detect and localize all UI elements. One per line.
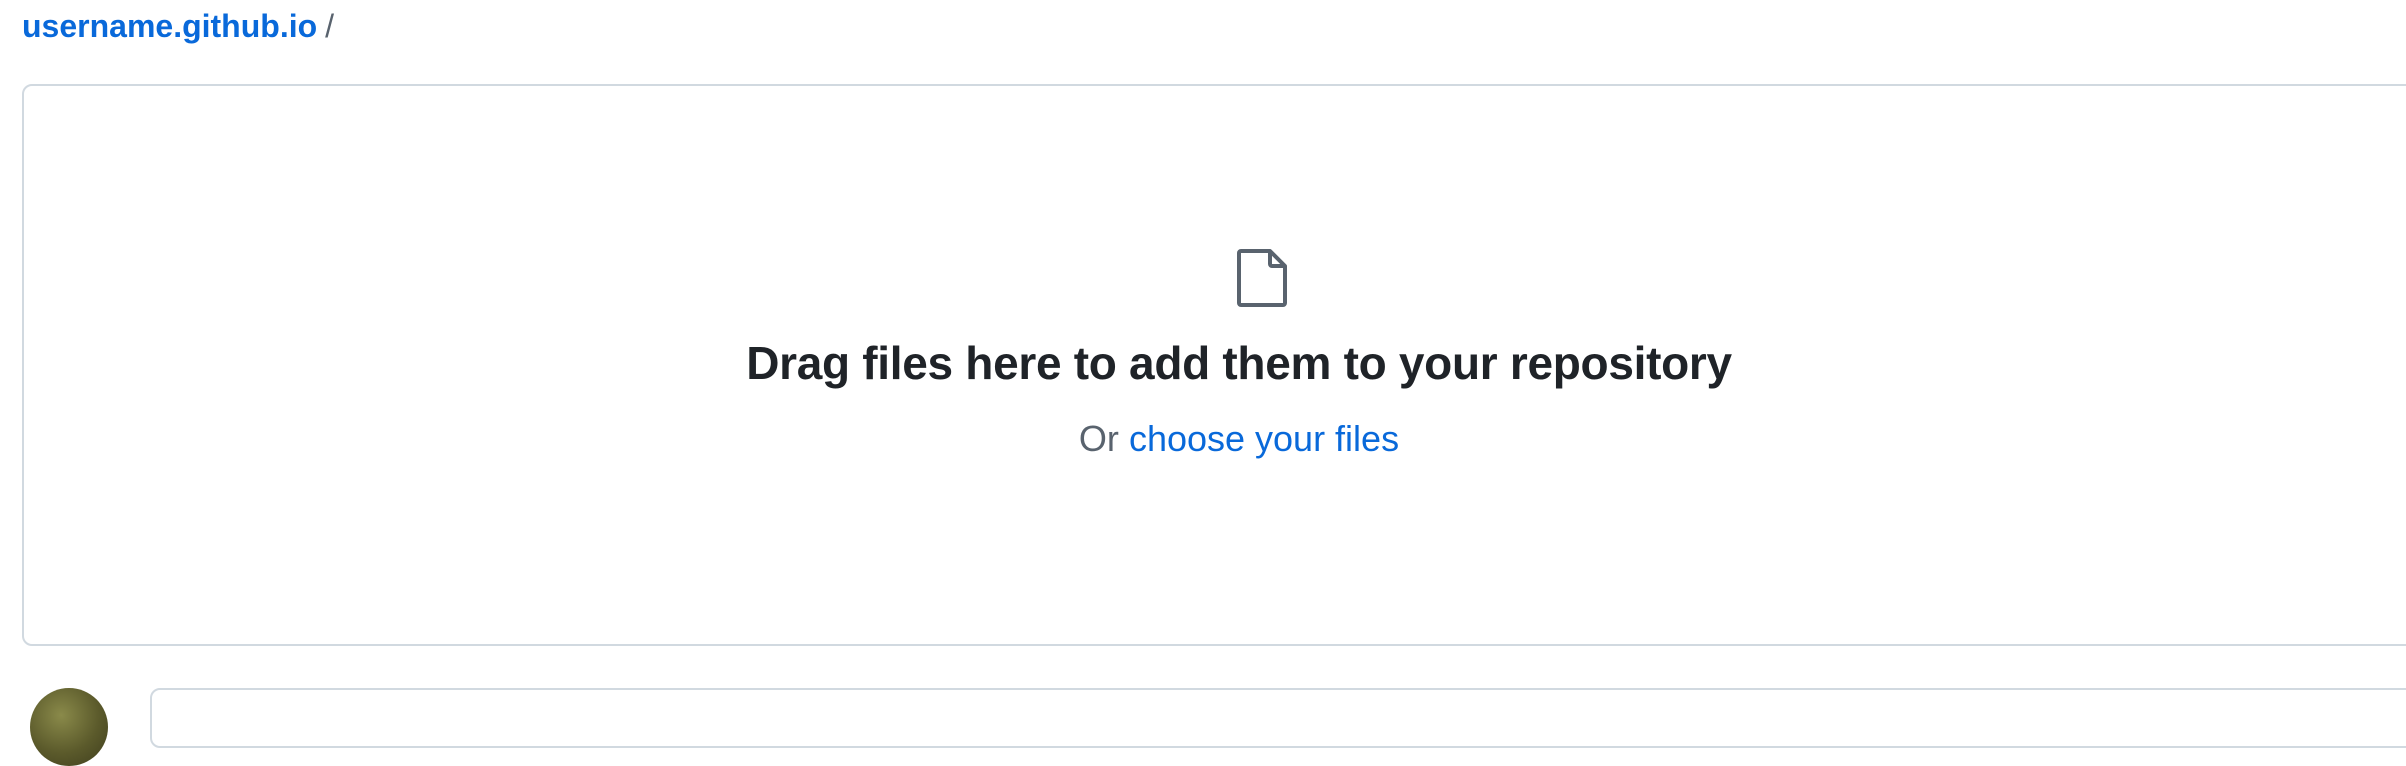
avatar bbox=[30, 688, 108, 766]
repo-link[interactable]: username.github.io bbox=[22, 8, 317, 45]
dropzone-title: Drag files here to add them to your repo… bbox=[746, 337, 1732, 389]
file-dropzone[interactable]: Drag files here to add them to your repo… bbox=[22, 84, 2406, 646]
breadcrumb-separator: / bbox=[325, 7, 335, 44]
breadcrumb: username.github.io / bbox=[22, 6, 334, 46]
choose-files-link[interactable]: choose your files bbox=[1129, 418, 1399, 459]
dropzone-or-text: Or bbox=[1078, 418, 1119, 459]
file-icon bbox=[1237, 249, 1287, 307]
dropzone-subtitle: Or choose your files bbox=[24, 418, 2406, 460]
commit-box bbox=[150, 688, 2406, 748]
